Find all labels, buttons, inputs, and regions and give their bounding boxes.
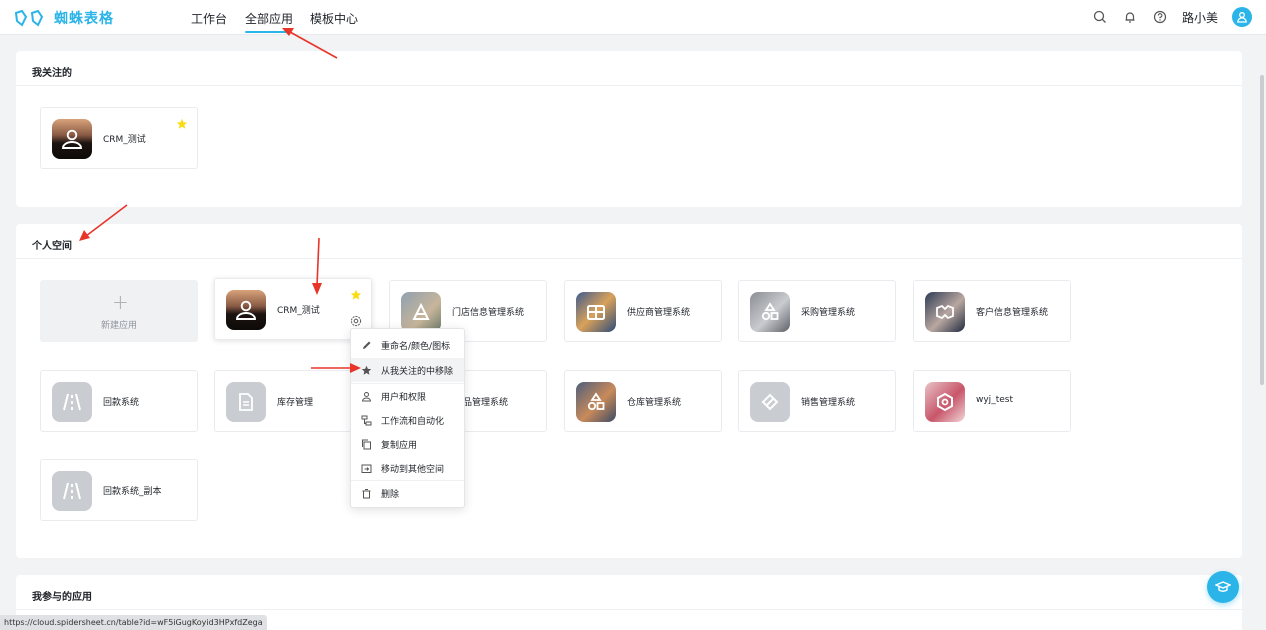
app-context-menu: 重命名/颜色/图标 从我关注的中移除 用户和权限 工作流和自动化 复制应用 移动… bbox=[350, 328, 465, 508]
graduation-cap-icon bbox=[1215, 581, 1231, 592]
favorites-section: 我关注的 CRM_测试 bbox=[16, 51, 1242, 207]
star-icon[interactable] bbox=[350, 289, 362, 301]
supplier-icon bbox=[576, 292, 616, 332]
top-bar: 蜘蛛表格 工作台 全部应用 模板中心 路小美 bbox=[0, 0, 1266, 35]
warehouse-icon bbox=[576, 382, 616, 422]
user-icon bbox=[226, 290, 266, 330]
app-card-crm[interactable]: CRM_测试 bbox=[214, 278, 372, 340]
divider bbox=[16, 258, 1242, 259]
app-card-label: 品管理系统 bbox=[463, 398, 509, 408]
app-card-crm-favorite[interactable]: CRM_测试 bbox=[40, 107, 198, 169]
header-actions: 路小美 bbox=[1092, 7, 1252, 27]
menu-item-move[interactable]: 移动到其他空间 bbox=[351, 456, 464, 480]
section-title-personal: 个人空间 bbox=[32, 241, 72, 252]
customer-icon bbox=[925, 292, 965, 332]
menu-item-delete[interactable]: 删除 bbox=[351, 481, 464, 505]
spider-logo-icon bbox=[14, 9, 44, 27]
app-card-label: 采购管理系统 bbox=[801, 308, 856, 318]
app-card-payment[interactable]: 回款系统 bbox=[40, 370, 198, 432]
nav-workbench[interactable]: 工作台 bbox=[191, 10, 227, 27]
menu-item-workflow[interactable]: 工作流和自动化 bbox=[351, 408, 464, 432]
app-card-label: 回款系统 bbox=[103, 398, 140, 408]
menu-item-rename[interactable]: 重命名/颜色/图标 bbox=[351, 333, 464, 357]
bell-icon[interactable] bbox=[1122, 9, 1138, 25]
app-card-wyj-test[interactable]: wyj_test bbox=[913, 370, 1071, 432]
app-card-label: 仓库管理系统 bbox=[627, 398, 682, 408]
app-card-supplier[interactable]: 供应商管理系统 bbox=[564, 280, 722, 342]
gear-icon[interactable] bbox=[350, 315, 362, 327]
plus-icon: + bbox=[112, 290, 129, 314]
document-icon bbox=[226, 382, 266, 422]
move-icon bbox=[361, 463, 372, 474]
app-card-label: 供应商管理系统 bbox=[627, 308, 691, 318]
app-card-payment-copy[interactable]: 回款系统_副本 bbox=[40, 459, 198, 521]
nav-all-apps[interactable]: 全部应用 bbox=[245, 10, 293, 27]
copy-icon bbox=[361, 439, 372, 450]
tag-icon bbox=[750, 382, 790, 422]
app-card-label: CRM_测试 bbox=[103, 135, 146, 145]
app-card-customer[interactable]: 客户信息管理系统 bbox=[913, 280, 1071, 342]
menu-item-copy-app[interactable]: 复制应用 bbox=[351, 432, 464, 456]
trash-icon bbox=[361, 488, 372, 499]
page-scrollbar[interactable] bbox=[1258, 35, 1266, 630]
brand-logo[interactable]: 蜘蛛表格 bbox=[14, 8, 114, 28]
divider bbox=[16, 609, 1242, 610]
app-card-inventory[interactable]: 库存管理 bbox=[214, 370, 372, 432]
section-title-participating: 我参与的应用 bbox=[32, 592, 92, 603]
app-card-label: wyj_test bbox=[976, 395, 1013, 405]
app-card-label: 库存管理 bbox=[277, 398, 314, 408]
app-card-label: 门店信息管理系统 bbox=[452, 308, 525, 318]
workflow-icon bbox=[361, 415, 372, 426]
app-card-label: 客户信息管理系统 bbox=[976, 308, 1049, 318]
star-icon bbox=[361, 365, 372, 376]
purchase-icon bbox=[750, 292, 790, 332]
users-icon bbox=[361, 391, 372, 402]
help-icon[interactable] bbox=[1152, 9, 1168, 25]
user-name[interactable]: 路小美 bbox=[1182, 9, 1218, 26]
status-bar-url: https://cloud.spidersheet.cn/table?id=wF… bbox=[0, 615, 267, 630]
store-icon bbox=[401, 292, 441, 332]
user-icon bbox=[52, 119, 92, 159]
menu-item-unfollow[interactable]: 从我关注的中移除 bbox=[351, 358, 464, 382]
personal-space-section: 个人空间 + 新建应用 CRM_测试 门店信息管理系统 供应商管理系统 采购管理… bbox=[16, 224, 1242, 558]
section-title-favorites: 我关注的 bbox=[32, 68, 72, 79]
pencil-icon bbox=[361, 340, 372, 351]
menu-item-users-permissions[interactable]: 用户和权限 bbox=[351, 384, 464, 408]
scrollbar-thumb[interactable] bbox=[1260, 75, 1264, 385]
road-icon bbox=[52, 382, 92, 422]
search-icon[interactable] bbox=[1092, 9, 1108, 25]
star-icon[interactable] bbox=[176, 118, 188, 130]
avatar[interactable] bbox=[1232, 7, 1252, 27]
app-card-warehouse[interactable]: 仓库管理系统 bbox=[564, 370, 722, 432]
nav-active-indicator bbox=[245, 31, 287, 33]
new-app-button[interactable]: + 新建应用 bbox=[40, 280, 198, 342]
new-app-label: 新建应用 bbox=[100, 321, 137, 331]
road-icon bbox=[52, 471, 92, 511]
app-card-purchase[interactable]: 采购管理系统 bbox=[738, 280, 896, 342]
app-card-label: 回款系统_副本 bbox=[103, 487, 162, 497]
app-card-label: 销售管理系统 bbox=[801, 398, 856, 408]
app-card-sales[interactable]: 销售管理系统 bbox=[738, 370, 896, 432]
nav-template-center[interactable]: 模板中心 bbox=[310, 10, 358, 27]
help-floating-button[interactable] bbox=[1207, 571, 1239, 603]
brand-name: 蜘蛛表格 bbox=[54, 11, 114, 27]
app-card-label: CRM_测试 bbox=[277, 306, 320, 316]
divider bbox=[16, 85, 1242, 86]
hexagon-icon bbox=[925, 382, 965, 422]
